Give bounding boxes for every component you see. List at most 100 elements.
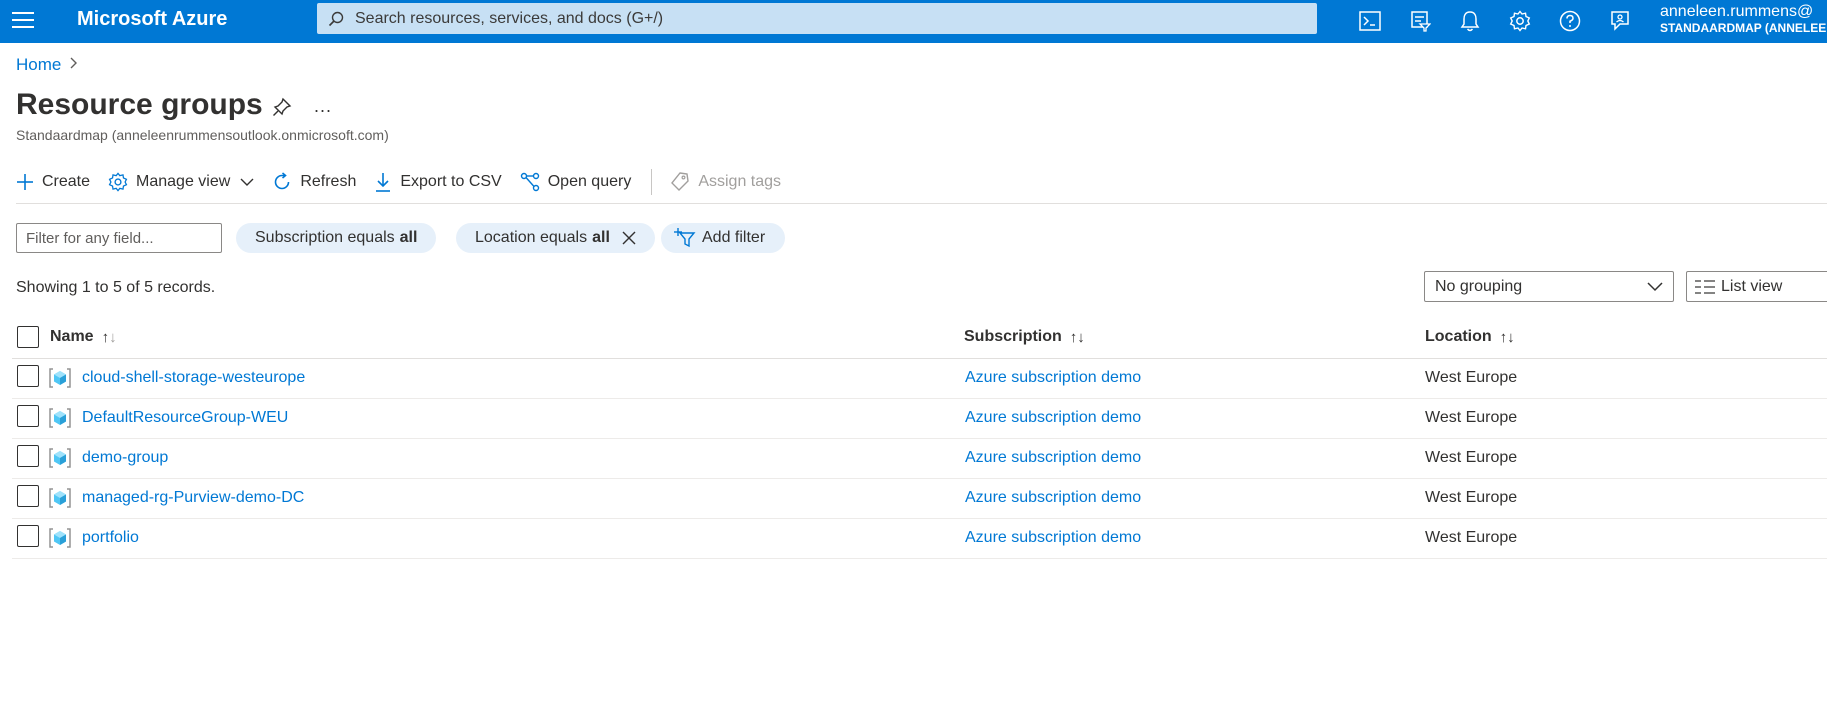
refresh-label: Refresh xyxy=(300,173,357,190)
export-csv-button[interactable]: Export to CSV xyxy=(374,172,502,192)
resource-group-name-link[interactable]: managed-rg-Purview-demo-DC xyxy=(82,489,304,507)
breadcrumb-home-link[interactable]: Home xyxy=(16,55,61,75)
subscription-filter-label: Subscription equals xyxy=(255,229,395,246)
subscription-link[interactable]: Azure subscription demo xyxy=(965,489,1141,507)
assign-tags-button[interactable]: Assign tags xyxy=(670,172,781,192)
list-view-icon xyxy=(1695,279,1715,294)
table-row: managed-rg-Purview-demo-DC Azure subscri… xyxy=(12,479,1827,519)
create-label: Create xyxy=(42,173,91,190)
user-account[interactable]: anneleen.rummens@ STANDAARDMAP (ANNELEEN xyxy=(1660,3,1827,35)
resource-group-name-link[interactable]: cloud-shell-storage-westeurope xyxy=(82,369,305,387)
subscription-link[interactable]: Azure subscription demo xyxy=(965,449,1141,467)
sort-icon: ↑↓ xyxy=(1069,328,1085,346)
row-checkbox[interactable] xyxy=(17,365,39,387)
manage-view-label: Manage view xyxy=(136,173,231,190)
table-row: portfolio Azure subscription demo West E… xyxy=(12,519,1827,559)
chevron-down-icon xyxy=(240,178,254,186)
assign-tags-label: Assign tags xyxy=(698,173,782,190)
select-all-checkbox[interactable] xyxy=(17,326,39,348)
records-count: Showing 1 to 5 of 5 records. xyxy=(16,279,216,296)
pin-icon[interactable] xyxy=(272,97,294,119)
add-filter-button[interactable]: Add filter xyxy=(661,223,786,253)
page-subtitle: Standaardmap (anneleenrummensoutlook.onm… xyxy=(16,127,389,143)
tag-icon xyxy=(671,172,690,191)
page-title: Resource groups xyxy=(16,88,263,121)
top-bar: Microsoft Azure Search resources, servic… xyxy=(0,0,1827,43)
location-filter-label: Location equals xyxy=(475,229,588,246)
resource-group-name-link[interactable]: DefaultResourceGroup-WEU xyxy=(82,409,288,427)
search-icon xyxy=(328,11,344,26)
row-checkbox[interactable] xyxy=(17,525,39,547)
refresh-button[interactable]: Refresh xyxy=(272,172,356,192)
toolbar-separator xyxy=(16,203,1827,204)
grouping-value: No grouping xyxy=(1435,277,1523,295)
settings-icon[interactable] xyxy=(1495,6,1545,36)
subscription-link[interactable]: Azure subscription demo xyxy=(965,409,1141,427)
global-search-input[interactable]: Search resources, services, and docs (G+… xyxy=(317,3,1317,34)
row-checkbox[interactable] xyxy=(17,445,39,467)
row-checkbox[interactable] xyxy=(17,405,39,427)
resource-group-icon xyxy=(49,408,71,428)
more-options-icon[interactable]: ... xyxy=(314,96,332,117)
directory-filter-icon[interactable] xyxy=(1395,6,1445,36)
resource-group-icon xyxy=(49,368,71,388)
filter-input[interactable] xyxy=(16,223,222,253)
refresh-icon xyxy=(275,172,290,190)
column-header-name[interactable]: Name ↑↓ xyxy=(50,328,117,346)
add-filter-label: Add filter xyxy=(702,229,766,246)
table-header: Name ↑↓ Subscription ↑↓ Location ↑↓ xyxy=(12,322,1827,359)
query-icon xyxy=(520,172,539,192)
table-row: DefaultResourceGroup-WEU Azure subscript… xyxy=(12,399,1827,439)
resource-group-icon xyxy=(49,488,71,508)
plus-icon xyxy=(17,174,33,190)
subscription-link[interactable]: Azure subscription demo xyxy=(965,529,1141,547)
column-location-label: Location xyxy=(1425,328,1492,345)
location-cell: West Europe xyxy=(1425,369,1518,386)
sort-ascending-icon: ↑↓ xyxy=(101,328,117,346)
resource-group-name-link[interactable]: portfolio xyxy=(82,529,139,547)
column-header-location[interactable]: Location ↑↓ xyxy=(1425,328,1515,346)
table-row: demo-group Azure subscription demo West … xyxy=(12,439,1827,479)
notifications-icon[interactable] xyxy=(1445,6,1495,36)
column-header-subscription[interactable]: Subscription ↑↓ xyxy=(964,328,1085,346)
export-csv-label: Export to CSV xyxy=(400,173,502,190)
table-row: cloud-shell-storage-westeurope Azure sub… xyxy=(12,359,1827,399)
gear-icon xyxy=(108,172,128,192)
subscription-link[interactable]: Azure subscription demo xyxy=(965,369,1141,387)
create-button[interactable]: Create xyxy=(16,173,90,191)
chevron-down-icon xyxy=(1647,281,1663,291)
user-name: anneleen.rummens@ xyxy=(1660,3,1814,20)
row-checkbox[interactable] xyxy=(17,485,39,507)
grouping-dropdown[interactable]: No grouping xyxy=(1424,271,1674,302)
resource-group-name-link[interactable]: demo-group xyxy=(82,449,168,467)
resource-group-icon xyxy=(49,448,71,468)
sort-icon: ↑↓ xyxy=(1499,328,1515,346)
open-query-button[interactable]: Open query xyxy=(520,172,632,192)
chevron-right-icon xyxy=(69,56,78,74)
brand-title[interactable]: Microsoft Azure xyxy=(77,8,227,31)
location-cell: West Europe xyxy=(1425,529,1518,546)
download-icon xyxy=(376,173,391,192)
feedback-icon[interactable] xyxy=(1595,6,1645,36)
hamburger-menu-icon[interactable] xyxy=(12,12,34,30)
column-subscription-label: Subscription xyxy=(964,328,1062,345)
help-icon[interactable] xyxy=(1545,6,1595,36)
location-cell: West Europe xyxy=(1425,449,1518,466)
location-cell: West Europe xyxy=(1425,409,1518,426)
location-filter-pill[interactable]: Location equals all xyxy=(456,223,655,253)
subscription-filter-pill[interactable]: Subscription equals all xyxy=(236,223,437,253)
location-filter-value: all xyxy=(592,229,610,246)
view-dropdown[interactable]: List view xyxy=(1686,271,1827,302)
subscription-filter-value: all xyxy=(399,229,418,246)
close-icon[interactable] xyxy=(622,231,636,245)
column-name-label: Name xyxy=(50,328,94,345)
breadcrumb: Home xyxy=(16,55,78,75)
manage-view-button[interactable]: Manage view xyxy=(108,172,254,192)
location-cell: West Europe xyxy=(1425,489,1518,506)
open-query-label: Open query xyxy=(547,173,632,190)
command-bar: Create Manage view Refresh Export to CSV… xyxy=(16,168,799,196)
resource-group-icon xyxy=(49,528,71,548)
toolbar-divider xyxy=(651,169,653,195)
cloud-shell-icon[interactable] xyxy=(1345,6,1395,36)
user-tenant: STANDAARDMAP (ANNELEEN xyxy=(1660,21,1827,35)
